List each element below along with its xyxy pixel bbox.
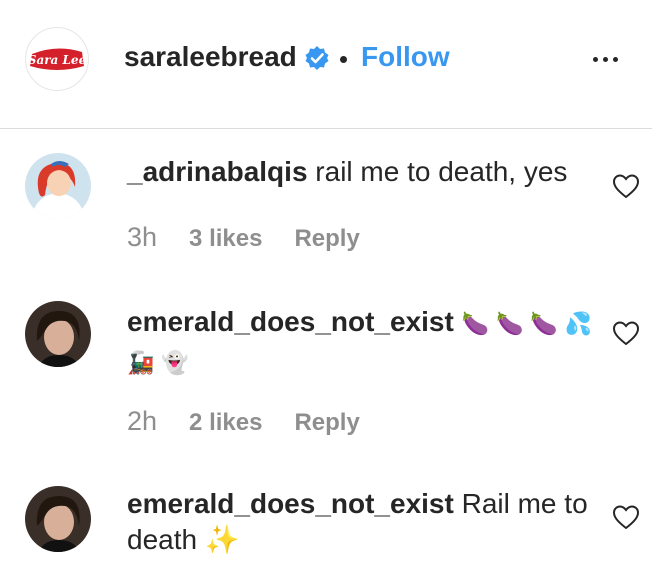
follow-button[interactable]: Follow bbox=[361, 41, 450, 73]
comment-meta: 2h 2 likes Reply bbox=[127, 406, 360, 437]
avatar-image bbox=[25, 153, 91, 219]
comment-username[interactable]: emerald_does_not_exist bbox=[127, 306, 454, 337]
post-header: Sara Lee saraleebread Follow bbox=[0, 0, 652, 129]
avatar-image bbox=[25, 486, 91, 552]
comment-text-block: _adrinabalqis rail me to death, yes bbox=[127, 154, 597, 190]
comment-likes[interactable]: 3 likes bbox=[189, 225, 262, 253]
reply-button[interactable]: Reply bbox=[294, 225, 359, 253]
more-options-icon[interactable] bbox=[593, 52, 629, 66]
separator-dot bbox=[340, 56, 347, 63]
verified-badge-icon bbox=[305, 46, 329, 70]
comment-time[interactable]: 2h bbox=[127, 406, 157, 437]
comment-time[interactable]: 3h bbox=[127, 222, 157, 253]
brand-avatar[interactable]: Sara Lee bbox=[25, 27, 89, 91]
comment-username[interactable]: emerald_does_not_exist bbox=[127, 488, 454, 519]
logo-text: Sara Lee bbox=[28, 53, 86, 67]
post-author-username[interactable]: saraleebread bbox=[124, 41, 297, 73]
comment-text-block: emerald_does_not_exist 🍆 🍆 🍆 💦 🚂 👻 bbox=[127, 304, 597, 382]
like-heart-icon[interactable] bbox=[612, 320, 640, 346]
sara-lee-logo: Sara Lee bbox=[28, 48, 86, 70]
like-heart-icon[interactable] bbox=[612, 504, 640, 530]
comment-username[interactable]: _adrinabalqis bbox=[127, 156, 308, 187]
commenter-avatar[interactable] bbox=[25, 153, 91, 219]
commenter-avatar[interactable] bbox=[25, 486, 91, 552]
comment-text: rail me to death, yes bbox=[315, 156, 568, 187]
comment-text-block: emerald_does_not_exist Rail me to death … bbox=[127, 486, 597, 558]
commenter-avatar[interactable] bbox=[25, 301, 91, 367]
reply-button[interactable]: Reply bbox=[294, 409, 359, 437]
like-heart-icon[interactable] bbox=[612, 173, 640, 199]
comment-meta: 3h 3 likes Reply bbox=[127, 222, 360, 253]
comment-likes[interactable]: 2 likes bbox=[189, 409, 262, 437]
avatar-image bbox=[25, 301, 91, 367]
